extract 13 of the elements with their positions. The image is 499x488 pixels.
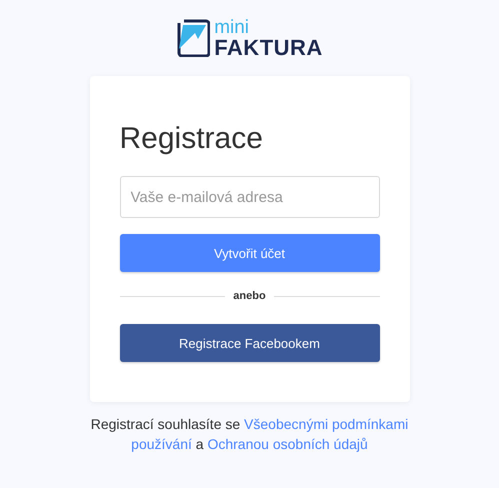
- facebook-button[interactable]: Registrace Facebookem: [120, 324, 380, 362]
- divider-text: anebo: [233, 290, 266, 302]
- terms-link[interactable]: používání: [131, 436, 192, 452]
- logo-text: mini: [214, 18, 250, 36]
- legal-text: a: [196, 436, 204, 452]
- create-account-button[interactable]: Vytvořit účet: [120, 234, 380, 272]
- logo-icon: [176, 19, 210, 57]
- logo-text: FAKTURA: [214, 36, 323, 58]
- privacy-link[interactable]: Ochranou osobních údajů: [207, 436, 368, 452]
- legal-text: Registrací souhlasíte se: [90, 416, 240, 432]
- email-field[interactable]: Vaše e-mailová adresa: [120, 176, 380, 218]
- terms-link[interactable]: Všeobecnými podmínkami: [244, 416, 408, 432]
- page-title: Registrace: [120, 122, 264, 156]
